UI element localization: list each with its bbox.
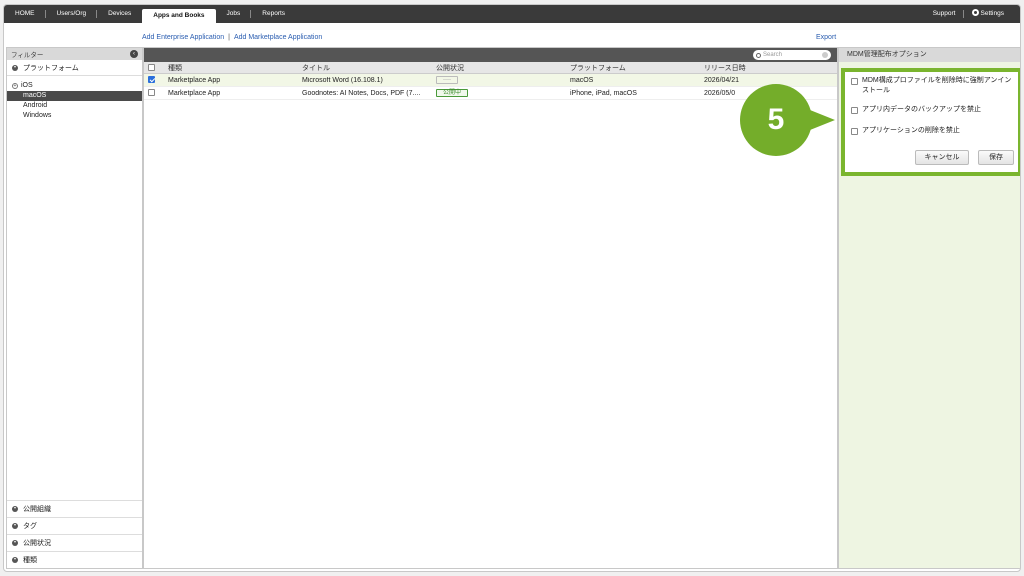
tree-item-macos[interactable]: macOS bbox=[7, 91, 142, 101]
section-label: タグ bbox=[23, 523, 37, 530]
chevron-down-icon bbox=[12, 64, 18, 71]
app-window: HOME Users/Org Devices Apps and Books Jo… bbox=[3, 4, 1021, 572]
cell-release: 2026/04/21 bbox=[704, 76, 740, 84]
filter-sidebar: フィルター ‹ プラットフォーム + iOS macOS Android Wind… bbox=[6, 47, 143, 569]
tag-section[interactable]: タグ bbox=[7, 517, 142, 534]
status-badge: ---- bbox=[436, 76, 458, 84]
option-label: アプリ内データのバックアップを禁止 bbox=[862, 106, 981, 113]
step-pointer-arrow bbox=[805, 108, 835, 132]
section-label: 公開状況 bbox=[23, 540, 51, 547]
add-enterprise-app-link[interactable]: Add Enterprise Application bbox=[142, 34, 224, 41]
link-separator: | bbox=[228, 34, 230, 41]
search-input[interactable]: Search bbox=[753, 50, 831, 60]
platform-section[interactable]: プラットフォーム bbox=[7, 60, 142, 76]
org-section[interactable]: 公開組織 bbox=[7, 500, 142, 517]
cell-title: Goodnotes: AI Notes, Docs, PDF (7.... bbox=[302, 89, 421, 97]
filter-header: フィルター ‹ bbox=[7, 48, 142, 60]
option-label: MDM構成プロファイルを削除時に強制アンインストール bbox=[862, 77, 1012, 94]
option-label: アプリケーションの削除を禁止 bbox=[862, 127, 960, 134]
header-type[interactable]: 種類 bbox=[168, 63, 302, 73]
cell-title: Microsoft Word (16.108.1) bbox=[302, 76, 383, 84]
options-highlight-box: MDM構成プロファイルを削除時に強制アンインストール アプリ内データのバックアッ… bbox=[841, 68, 1020, 176]
search-icon bbox=[756, 52, 761, 58]
mdm-options-panel: MDM管理配布オプション MDM構成プロファイルを削除時に強制アンインストール … bbox=[838, 47, 1020, 569]
cell-platform: macOS bbox=[570, 76, 594, 84]
panel-title: MDM管理配布オプション bbox=[839, 48, 1020, 62]
option-prevent-removal[interactable]: アプリケーションの削除を禁止 bbox=[845, 126, 1018, 136]
section-label: 種類 bbox=[23, 557, 37, 564]
cell-platform: iPhone, iPad, macOS bbox=[570, 89, 637, 97]
row-checkbox[interactable] bbox=[148, 89, 155, 97]
nav-home[interactable]: HOME bbox=[4, 5, 46, 23]
header-status[interactable]: 公開状況 bbox=[436, 63, 570, 73]
table-header: 種類 タイトル 公開状況 プラットフォーム リリース日時 bbox=[144, 62, 837, 74]
header-title[interactable]: タイトル bbox=[302, 63, 436, 73]
type-section[interactable]: 種類 bbox=[7, 551, 142, 568]
chevron-down-icon bbox=[12, 506, 18, 512]
nav-apps-and-books[interactable]: Apps and Books bbox=[142, 9, 216, 23]
row-checkbox[interactable] bbox=[148, 76, 155, 84]
section-label: 公開組織 bbox=[23, 506, 51, 513]
tree-item-label: iOS bbox=[21, 82, 33, 89]
nav-devices[interactable]: Devices bbox=[97, 5, 142, 23]
table-row[interactable]: Marketplace App Microsoft Word (16.108.1… bbox=[144, 74, 837, 87]
settings-label: Settings bbox=[980, 10, 1005, 17]
action-links: Add Enterprise Application | Add Marketp… bbox=[142, 34, 322, 41]
tree-item-android[interactable]: Android bbox=[7, 101, 142, 111]
status-section[interactable]: 公開状況 bbox=[7, 534, 142, 551]
platform-tree: + iOS macOS Android Windows bbox=[7, 76, 142, 121]
tree-item-windows[interactable]: Windows bbox=[7, 111, 142, 121]
expand-plus-icon[interactable]: + bbox=[12, 83, 18, 89]
nav-jobs[interactable]: Jobs bbox=[216, 5, 252, 23]
cell-type: Marketplace App bbox=[168, 89, 221, 97]
chevron-down-icon bbox=[12, 523, 18, 529]
status-badge: 公開中 bbox=[436, 89, 469, 97]
option-checkbox[interactable] bbox=[851, 78, 858, 85]
option-checkbox[interactable] bbox=[851, 128, 858, 135]
app-table-panel: Search 種類 タイトル 公開状況 プラットフォーム リリース日時 Mark… bbox=[143, 47, 838, 569]
nav-support[interactable]: Support bbox=[925, 5, 964, 23]
export-link[interactable]: Export bbox=[816, 34, 836, 41]
cancel-button[interactable]: キャンセル bbox=[915, 150, 969, 165]
cell-type: Marketplace App bbox=[168, 76, 221, 84]
chevron-down-icon bbox=[12, 557, 18, 563]
clear-icon[interactable] bbox=[822, 52, 828, 58]
nav-reports[interactable]: Reports bbox=[251, 5, 296, 23]
gear-icon bbox=[971, 9, 979, 16]
collapse-left-icon[interactable]: ‹ bbox=[130, 50, 138, 58]
search-placeholder: Search bbox=[763, 52, 783, 58]
option-checkbox[interactable] bbox=[851, 107, 858, 114]
select-all-checkbox[interactable] bbox=[148, 63, 155, 71]
chevron-down-icon bbox=[12, 540, 18, 546]
add-marketplace-app-link[interactable]: Add Marketplace Application bbox=[234, 34, 322, 41]
option-prevent-backup[interactable]: アプリ内データのバックアップを禁止 bbox=[845, 105, 1018, 115]
filter-title: フィルター bbox=[11, 52, 44, 59]
table-toolbar: Search bbox=[144, 48, 837, 62]
option-force-uninstall[interactable]: MDM構成プロファイルを削除時に強制アンインストール bbox=[845, 76, 1018, 96]
nav-users-org[interactable]: Users/Org bbox=[46, 5, 98, 23]
nav-settings[interactable]: Settings bbox=[964, 5, 1013, 23]
table-row[interactable]: Marketplace App Goodnotes: AI Notes, Doc… bbox=[144, 87, 837, 100]
save-button[interactable]: 保存 bbox=[978, 150, 1014, 165]
platform-section-label: プラットフォーム bbox=[23, 64, 79, 72]
sidebar-bottom-sections: 公開組織 タグ 公開状況 種類 bbox=[7, 500, 142, 568]
header-platform[interactable]: プラットフォーム bbox=[570, 63, 704, 73]
header-release[interactable]: リリース日時 bbox=[704, 63, 824, 73]
top-nav: HOME Users/Org Devices Apps and Books Jo… bbox=[4, 5, 1020, 23]
step-number-badge: 5 bbox=[740, 84, 812, 156]
tree-item-ios[interactable]: + iOS bbox=[7, 81, 142, 91]
